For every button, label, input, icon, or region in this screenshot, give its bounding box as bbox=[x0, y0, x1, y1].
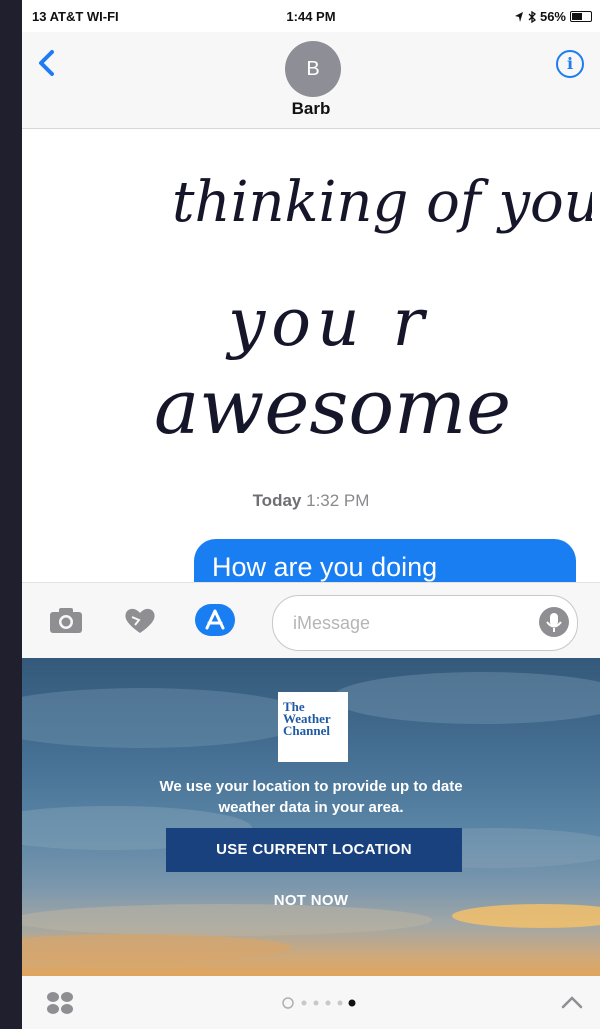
message-input[interactable]: iMessage bbox=[272, 595, 578, 651]
bluetooth-icon bbox=[528, 10, 536, 23]
location-permission-message: We use your location to provide up to da… bbox=[92, 776, 530, 818]
back-icon[interactable] bbox=[32, 44, 60, 80]
timestamp-time: 1:32 PM bbox=[306, 491, 370, 510]
weather-app-panel: The Weather Channel We use your location… bbox=[22, 658, 600, 976]
timestamp-day: Today bbox=[252, 491, 302, 510]
heart-icon[interactable] bbox=[122, 605, 158, 635]
apps-icon[interactable] bbox=[195, 604, 235, 636]
battery-percent: 56% bbox=[539, 9, 566, 24]
weather-channel-logo: The Weather Channel bbox=[278, 692, 348, 762]
contact-name[interactable]: Barb bbox=[22, 99, 600, 119]
location-message-line-2: weather data in your area. bbox=[218, 799, 404, 816]
chevron-up-icon[interactable] bbox=[560, 992, 584, 1012]
conversation-header: B Barb i bbox=[22, 32, 600, 129]
composer-bar: iMessage bbox=[22, 582, 600, 659]
use-current-location-button[interactable]: USE CURRENT LOCATION bbox=[166, 828, 462, 872]
info-icon[interactable]: i bbox=[556, 50, 584, 78]
message-placeholder: iMessage bbox=[293, 613, 371, 633]
handwriting-line-3: awesome bbox=[154, 362, 511, 451]
message-thread[interactable]: thinking of you you r awesome Today 1:32… bbox=[22, 129, 600, 582]
status-indicators: 56% bbox=[514, 9, 592, 24]
mic-icon[interactable] bbox=[539, 607, 569, 637]
handwriting-line-2: you r bbox=[225, 284, 430, 361]
location-message-line-1: We use your location to provide up to da… bbox=[159, 778, 463, 795]
not-now-button[interactable]: NOT NOW bbox=[22, 892, 600, 909]
handwriting-line-1: thinking of you bbox=[172, 170, 592, 235]
status-bar: 13 AT&T WI-FI 1:44 PM 56% bbox=[22, 0, 600, 32]
phone-screen: 13 AT&T WI-FI 1:44 PM 56% B Barb i think… bbox=[22, 0, 600, 1029]
sent-message-bubble[interactable]: How are you doing bbox=[194, 539, 576, 582]
app-drawer-bar bbox=[22, 976, 600, 1029]
avatar[interactable]: B bbox=[285, 41, 341, 97]
battery-icon bbox=[570, 11, 592, 22]
logo-line-3: Channel bbox=[283, 723, 330, 738]
grid-icon[interactable] bbox=[46, 990, 74, 1016]
message-timestamp: Today 1:32 PM bbox=[22, 491, 600, 511]
handwritten-message[interactable]: thinking of you you r awesome bbox=[122, 137, 592, 467]
location-arrow-icon bbox=[514, 11, 523, 22]
camera-icon[interactable] bbox=[48, 605, 84, 635]
page-indicator[interactable] bbox=[280, 996, 370, 1010]
